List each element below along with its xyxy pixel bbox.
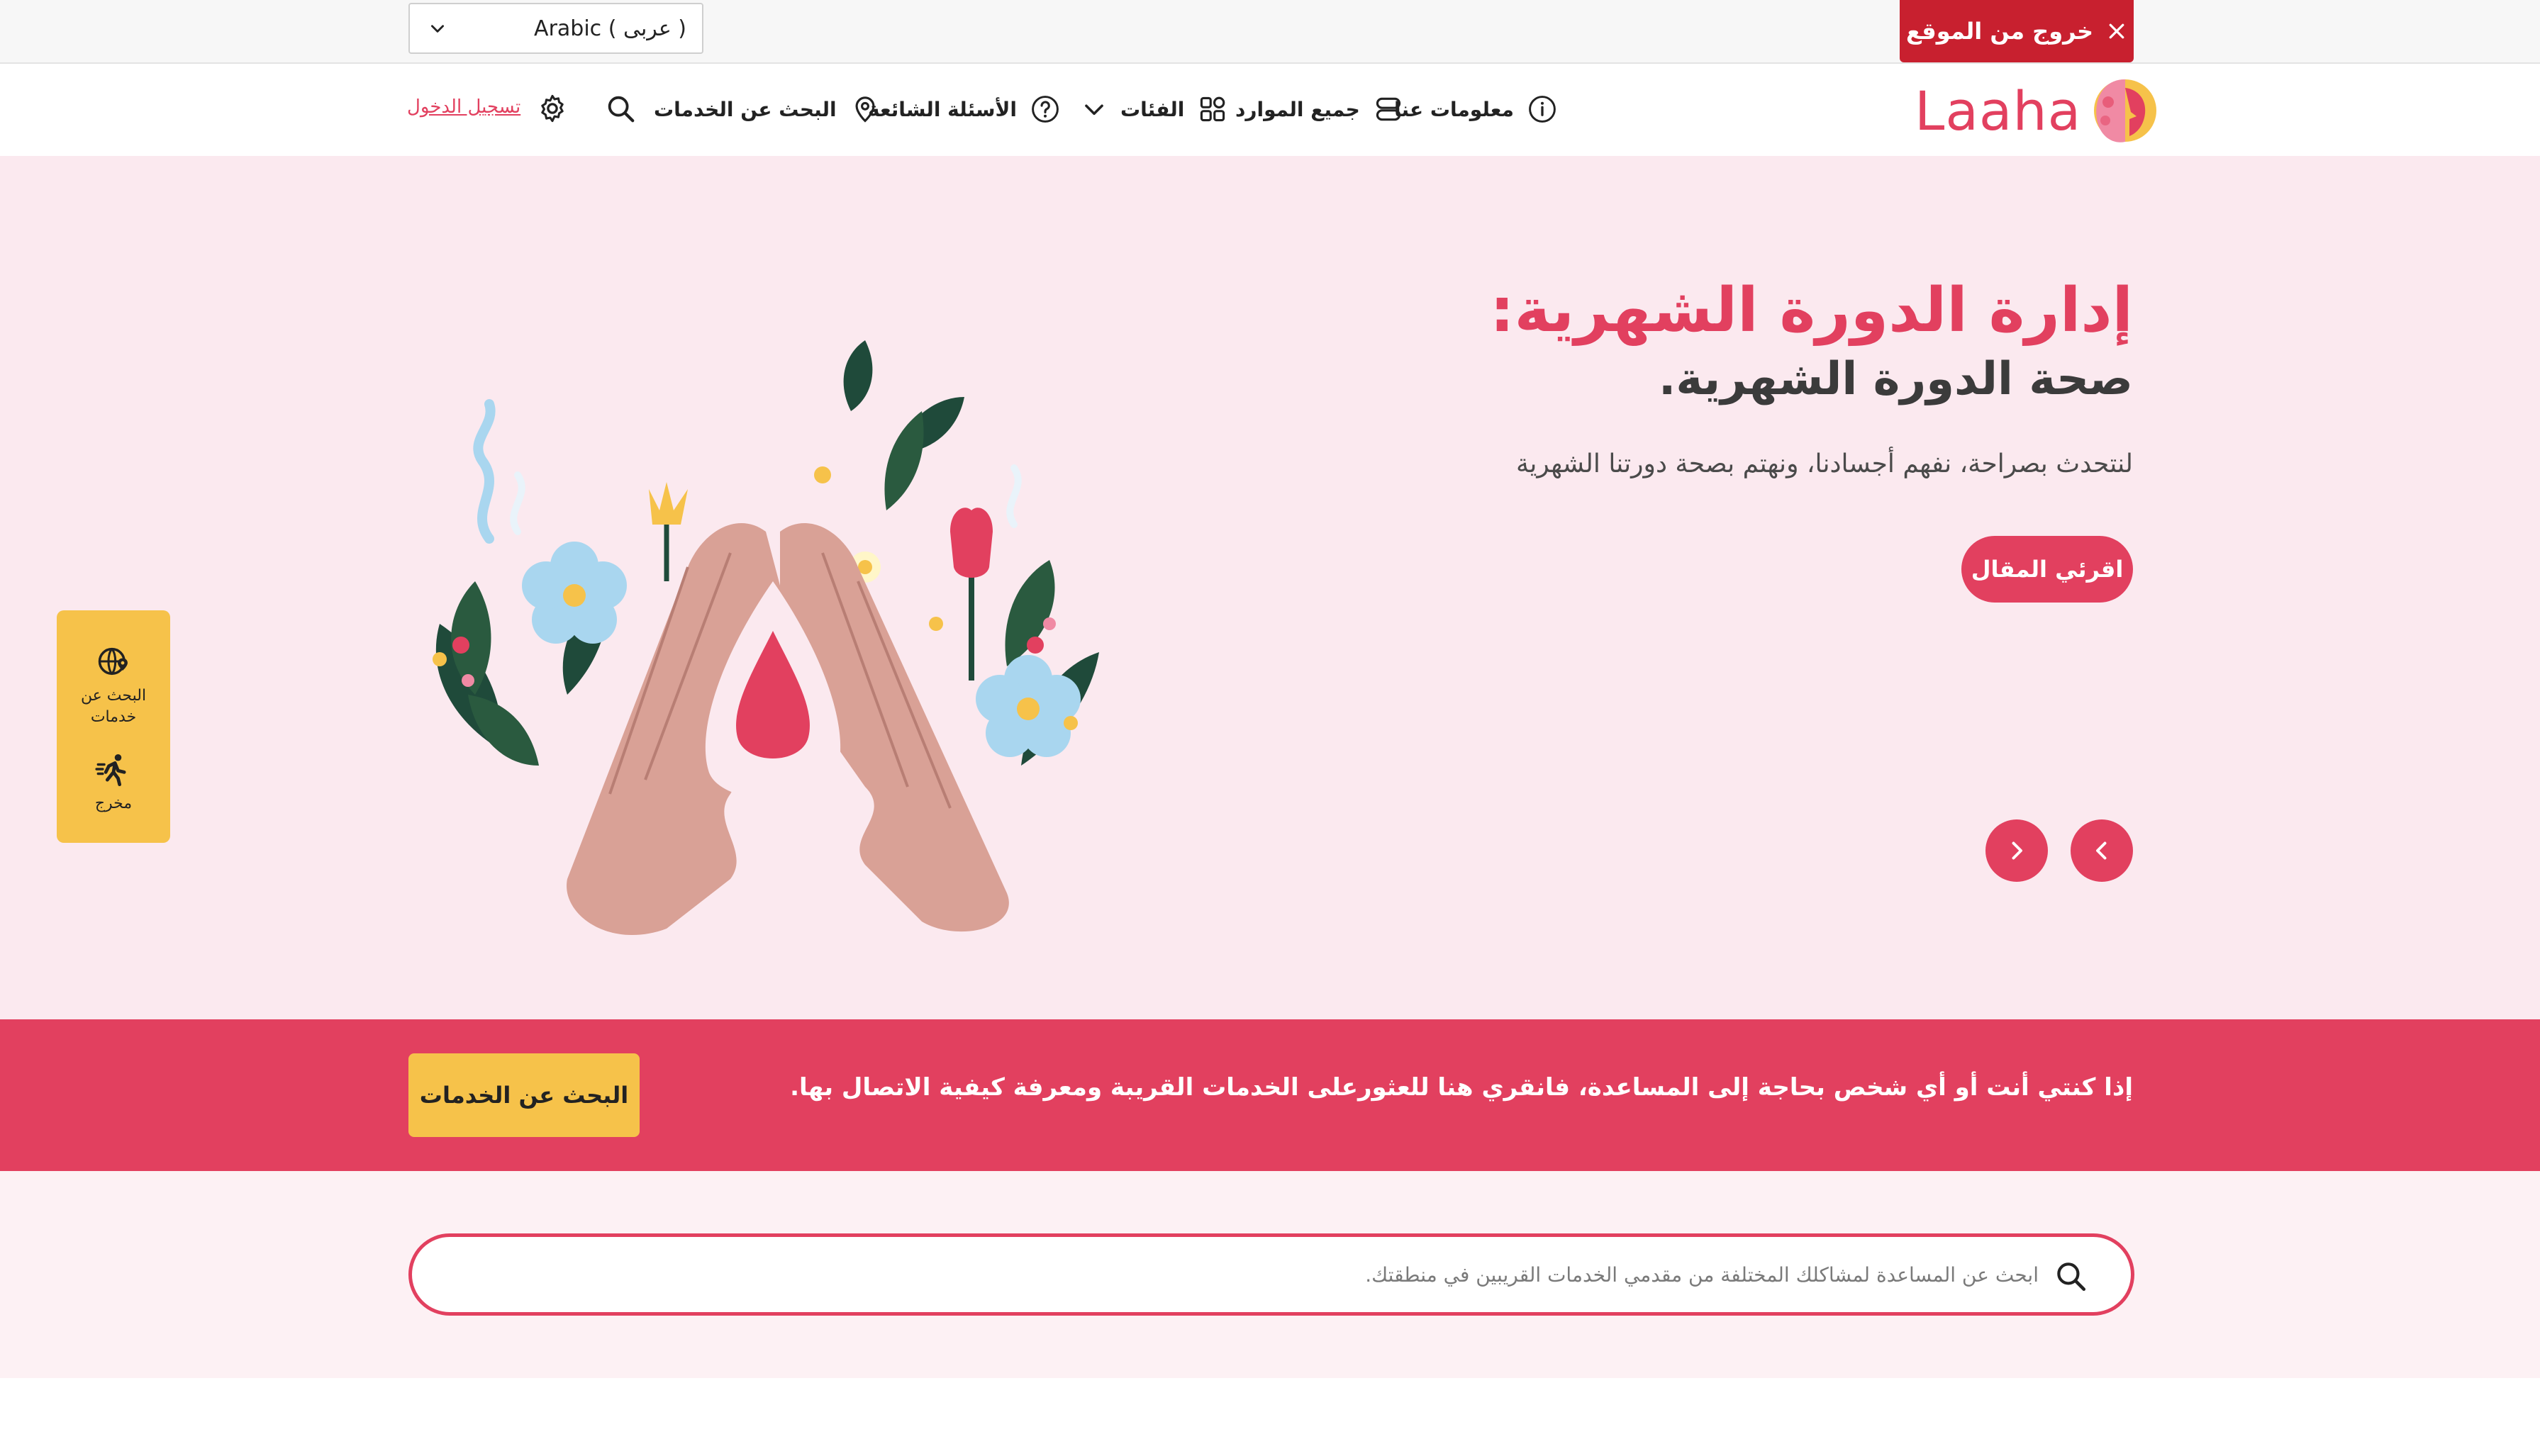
carousel-next-button[interactable] [1985,819,2048,882]
language-select[interactable]: Arabic ( عربى ) [408,3,703,54]
widget-find-services-label-2: خدمات [90,708,137,726]
widget-find-services[interactable]: البحث عن خدمات [81,643,146,729]
main-nav: Laaha معلومات عنا جميع الموارد الفئات ال… [0,64,2540,156]
logo-text: Laaha [1915,79,2082,142]
gear-icon[interactable] [536,92,569,125]
nav-all-resources[interactable]: جميع الموارد [1235,88,1404,130]
top-utility-bar: Arabic ( عربى ) خروج من الموقع [0,0,2540,64]
widget-exit[interactable]: مخرج [95,751,132,816]
search-icon[interactable] [604,92,637,125]
hero-subtitle: صحة الدورة الشهرية. [1659,353,2133,405]
language-select-value: Arabic ( عربى ) [534,16,686,41]
nav-all-resources-label: جميع الموارد [1235,97,1360,121]
find-services-button[interactable]: البحث عن الخدمات [408,1053,640,1137]
chevron-down-icon [431,25,444,33]
hero-description: لنتحدث بصراحة، نفهم أجسادنا، ونهتم بصحة … [1516,449,2133,478]
globe-pin-icon [98,647,128,676]
search-box [408,1233,2134,1316]
widget-exit-label: مخرج [94,795,133,812]
nav-categories[interactable]: الفئات [1081,88,1228,130]
nav-about[interactable]: معلومات عنا [1394,88,1558,130]
nav-faq-label: الأسئلة الشائعة [868,97,1017,121]
info-icon [1529,96,1556,123]
exit-site-button[interactable]: خروج من الموقع [1900,0,2134,62]
question-icon [1032,96,1059,123]
nav-faq[interactable]: الأسئلة الشائعة [868,88,1061,130]
nav-find-services[interactable]: البحث عن الخدمات [654,88,881,130]
search-icon[interactable] [2053,1258,2088,1294]
chevron-left-icon [2096,841,2107,860]
location-pin-icon [855,96,875,123]
chevron-down-icon [1085,104,1103,116]
chevron-right-icon [2012,841,2022,860]
stack-icon [1376,97,1400,121]
nav-categories-label: الفئات [1120,97,1185,121]
carousel-prev-button[interactable] [2071,819,2133,882]
read-article-button[interactable]: اقرئي المقال [1961,536,2133,603]
hero-carousel: إدارة الدورة الشهرية: صحة الدورة الشهرية… [0,156,2540,1019]
hero-illustration [433,340,1099,936]
quick-actions-widget: البحث عن خدمات مخرج [57,610,170,843]
categories-grid-icon [1201,96,1225,122]
search-input[interactable] [455,1254,2039,1295]
logo-face-icon [2094,79,2157,142]
close-icon [2109,23,2124,39]
logo[interactable]: Laaha [1915,74,2158,147]
search-section [0,1171,2540,1378]
running-person-icon [95,754,126,787]
exit-site-label: خروج من الموقع [1905,18,2094,45]
hero-title: إدارة الدورة الشهرية: [1490,275,2133,346]
login-link[interactable]: تسجيل الدخول [407,96,520,118]
nav-find-services-label: البحث عن الخدمات [654,97,837,121]
widget-find-services-label-1: البحث عن [80,687,147,705]
help-banner: إذا كنتي أنت أو أي شخص بحاجة إلى المساعد… [0,1019,2540,1171]
nav-about-label: معلومات عنا [1394,97,1514,121]
help-banner-text: إذا كنتي أنت أو أي شخص بحاجة إلى المساعد… [790,1073,2133,1102]
